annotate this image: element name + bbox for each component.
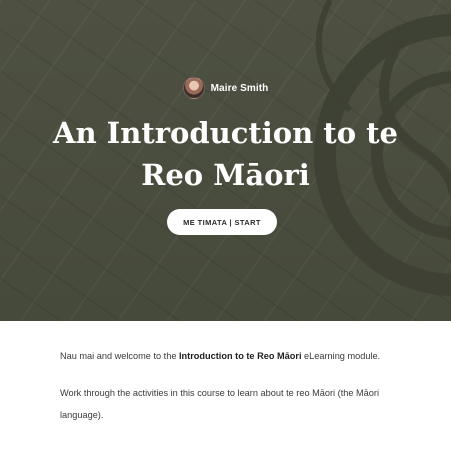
author-avatar [182, 77, 205, 99]
welcome-paragraph: Nau mai and welcome to the Introduction … [60, 345, 400, 367]
course-description: Nau mai and welcome to the Introduction … [60, 345, 400, 441]
start-course-button[interactable]: ME TIMATA | START [167, 209, 277, 235]
welcome-text-prefix: Nau mai and welcome to the [60, 351, 179, 361]
welcome-text-suffix: eLearning module. [301, 351, 381, 361]
author-byline: Maire Smith [0, 76, 451, 100]
instructions-paragraph: Work through the activities in this cour… [60, 388, 379, 420]
course-name-bold: Introduction to te Reo Māori [179, 351, 302, 361]
course-hero: Maire Smith An Introduction to te Reo Mā… [0, 0, 451, 321]
author-name: Maire Smith [210, 82, 269, 94]
course-title: An Introduction to te Reo Māori [53, 116, 398, 192]
